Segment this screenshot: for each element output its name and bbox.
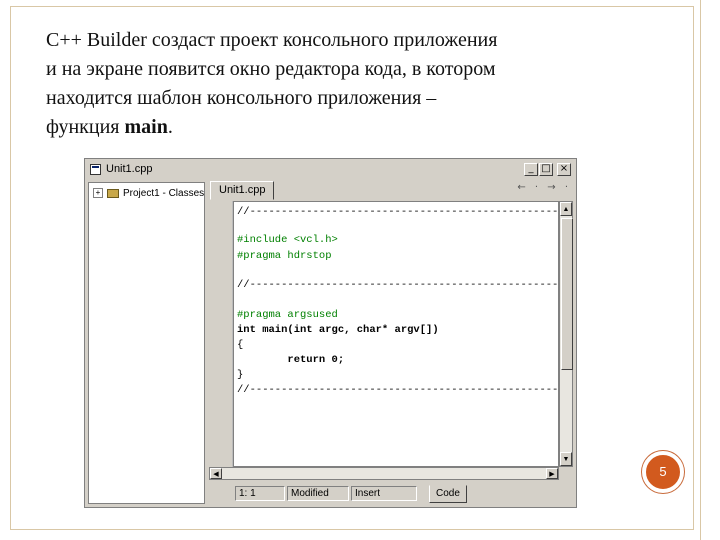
tree-item-project[interactable]: + Project1 - Classes xyxy=(93,188,204,199)
code-line-5: #pragma argsused xyxy=(237,309,338,321)
tab-unit1-cpp[interactable]: Unit1.cpp xyxy=(210,181,275,200)
document-icon xyxy=(90,164,101,175)
window-titlebar[interactable]: Unit1.cpp _ □ × xyxy=(87,161,574,179)
vertical-scrollbar[interactable]: ▲ ▼ xyxy=(559,201,573,467)
code-editor[interactable]: //--------------------------------------… xyxy=(233,201,559,467)
code-line-6: int main(int argc, char* argv[]) xyxy=(237,324,439,336)
code-line-10: //--------------------------------------… xyxy=(237,384,559,396)
slide-line-2: и на экране появится окно редактора кода… xyxy=(46,58,496,80)
slide-line-1: C++ Builder создаст проект консольного п… xyxy=(46,29,498,51)
editor-gutter xyxy=(209,201,233,467)
scroll-down-icon[interactable]: ▼ xyxy=(560,452,572,466)
code-line-9: } xyxy=(237,369,244,381)
slide-line-3: находится шаблон консольного приложения … xyxy=(46,87,437,109)
tree-item-label: Project1 - Classes xyxy=(123,188,205,199)
class-explorer-tree: + Project1 - Classes xyxy=(88,182,205,504)
close-button[interactable]: × xyxy=(557,163,571,176)
tab-code[interactable]: Code xyxy=(429,485,467,503)
function-name-main: main xyxy=(124,116,168,138)
maximize-button[interactable]: □ xyxy=(539,163,553,176)
minimize-button[interactable]: _ xyxy=(524,163,538,176)
code-line-1: //--------------------------------------… xyxy=(237,206,559,218)
horizontal-scrollbar[interactable]: ◀ ▶ xyxy=(209,467,559,480)
folder-icon xyxy=(107,188,119,198)
scroll-right-icon[interactable]: ▶ xyxy=(546,468,558,479)
code-line-2: #include <vcl.h> xyxy=(237,234,338,246)
editor-tab-row: Unit1.cpp ← · → · xyxy=(209,179,575,200)
slide-line-4-prefix: функция xyxy=(46,116,125,138)
code-line-4: //--------------------------------------… xyxy=(237,279,559,291)
code-line-7: { xyxy=(237,339,244,351)
cursor-position: 1: 1 xyxy=(235,486,285,501)
code-line-3: #pragma hdrstop xyxy=(237,250,332,262)
expand-icon[interactable]: + xyxy=(93,188,103,199)
scroll-up-icon[interactable]: ▲ xyxy=(560,202,572,216)
status-bar: 1: 1 Modified Insert Code xyxy=(209,485,575,503)
slide-line-4: функция main. xyxy=(46,113,686,142)
slide-line-4-suffix: . xyxy=(167,116,173,138)
scroll-thumb[interactable] xyxy=(561,218,573,370)
slide-paragraph: C++ Builder создаст проект консольного п… xyxy=(46,26,686,142)
scroll-left-icon[interactable]: ◀ xyxy=(210,468,222,479)
slide-edge-line xyxy=(700,0,701,540)
navigation-arrows-icon[interactable]: ← · → · xyxy=(517,182,571,193)
code-editor-window: Unit1.cpp _ □ × + Project1 - Classes Unit… xyxy=(84,158,577,508)
insert-mode: Insert xyxy=(351,486,417,501)
code-line-8: return 0; xyxy=(237,354,345,366)
modified-status: Modified xyxy=(287,486,349,501)
window-title: Unit1.cpp xyxy=(106,163,153,175)
page-number-badge: 5 xyxy=(642,451,684,493)
